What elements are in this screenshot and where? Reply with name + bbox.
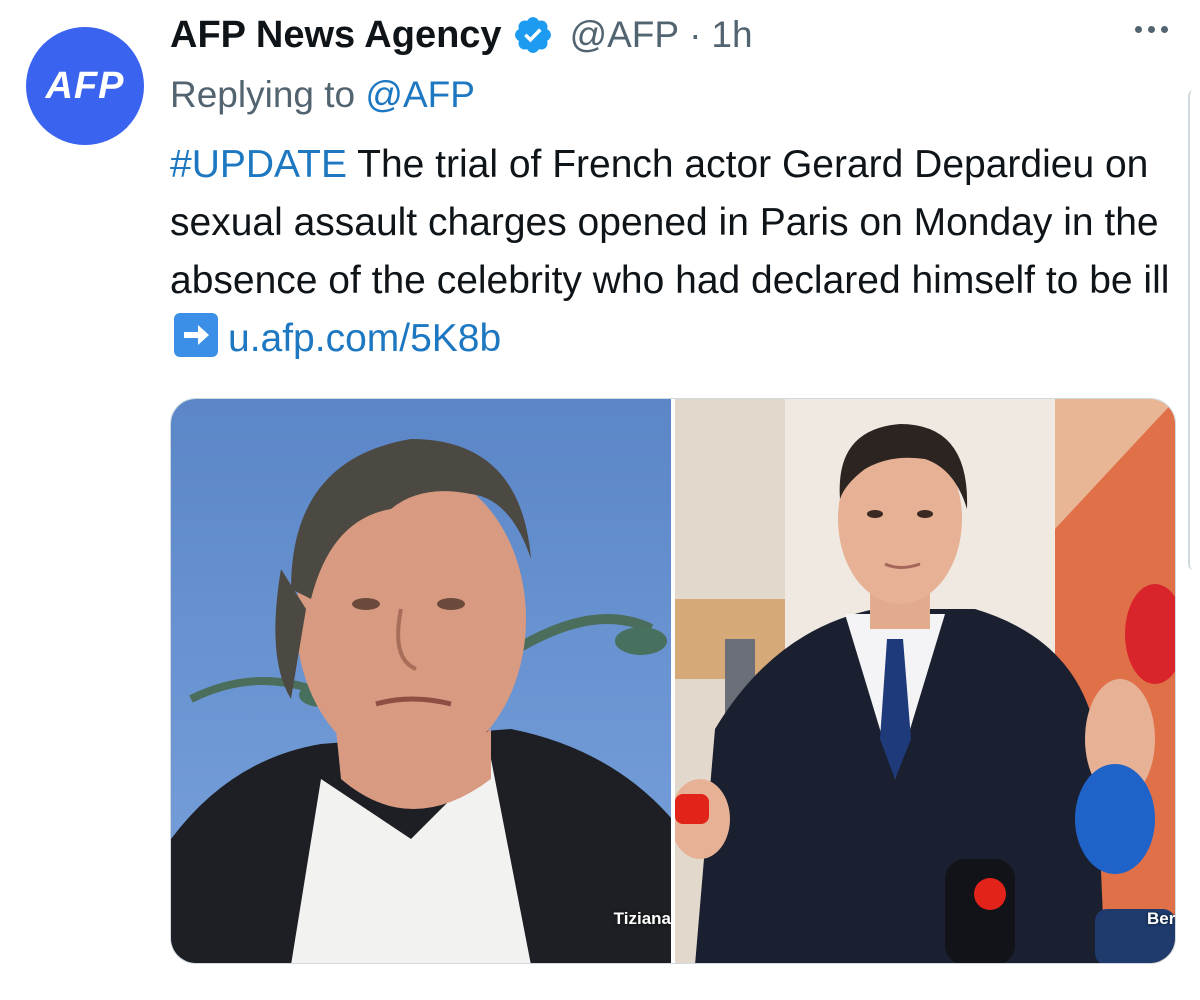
tweet-text: #UPDATE The trial of French actor Gerard… — [170, 136, 1185, 368]
photo-credit: Tiziana — [613, 909, 671, 928]
dot — [1148, 26, 1155, 33]
replying-handle-link[interactable]: @AFP — [365, 74, 475, 115]
right-arrow-emoji-icon — [174, 313, 218, 357]
separator-dot: · — [689, 14, 702, 55]
hashtag-link[interactable]: #UPDATE — [170, 143, 347, 186]
article-link[interactable]: u.afp.com/5K8b — [228, 317, 501, 360]
photo-lawyer[interactable]: Ber — [675, 399, 1175, 963]
tweet-card[interactable]: AFP AFP News Agency @AFP · 1h Replying t… — [0, 0, 1200, 1000]
replying-to: Replying to @AFP — [170, 74, 475, 116]
dot — [1135, 26, 1142, 33]
dot — [1161, 26, 1168, 33]
avatar-logo-text: AFP — [45, 64, 125, 107]
more-dots-icon[interactable] — [1135, 26, 1168, 33]
tweet-header: AFP News Agency @AFP · 1h — [170, 10, 753, 60]
media-gallery[interactable]: Tiziana Ber — [170, 398, 1176, 964]
display-name[interactable]: AFP News Agency — [170, 14, 502, 57]
scrollbar[interactable] — [1188, 90, 1200, 570]
replying-prefix: Replying to — [170, 74, 356, 115]
verified-badge-icon — [512, 14, 554, 56]
timestamp[interactable]: 1h — [711, 14, 752, 56]
photo-credit: Ber — [1147, 909, 1175, 928]
avatar[interactable]: AFP — [26, 27, 144, 145]
author-handle[interactable]: @AFP — [570, 14, 680, 56]
photo-depardieu[interactable]: Tiziana — [171, 399, 671, 963]
